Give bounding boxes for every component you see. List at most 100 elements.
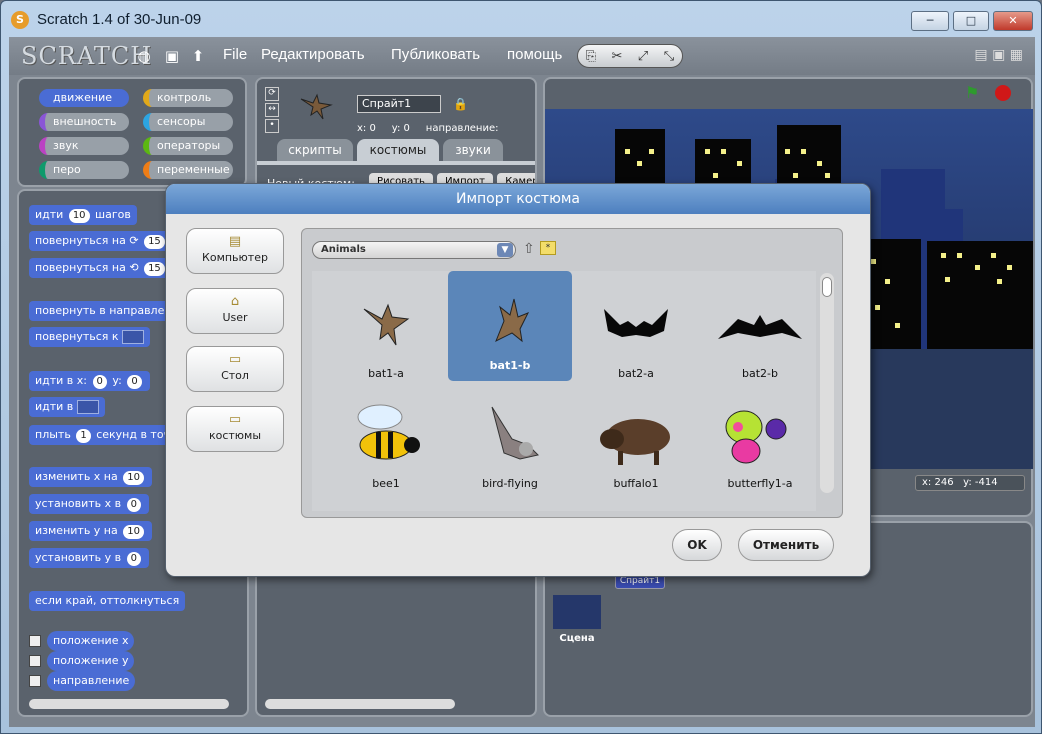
costume-grid: bat1-a bat1-b bat2-a bat2-b bee1 bird-fl… bbox=[312, 271, 816, 511]
view-mode-buttons: ▤ ▣ ▦ bbox=[974, 47, 1023, 63]
menu-share[interactable]: Публиковать bbox=[391, 46, 480, 63]
dropdown-arrow-icon bbox=[122, 330, 145, 344]
menu-edit[interactable]: Редактировать bbox=[261, 46, 365, 63]
costume-item[interactable]: bat1-a bbox=[324, 279, 448, 389]
costume-item[interactable]: bat2-a bbox=[574, 279, 698, 389]
block-set-x[interactable]: установить х в 0 bbox=[29, 494, 150, 514]
new-folder-icon[interactable]: * bbox=[540, 241, 556, 255]
block-goto-xy[interactable]: идти в x: 0 y: 0 bbox=[29, 371, 150, 391]
bat-brown-image bbox=[495, 298, 530, 343]
tab-sounds[interactable]: звуки bbox=[443, 139, 503, 161]
tab-costumes[interactable]: костюмы bbox=[357, 139, 439, 161]
bat-brown-image bbox=[363, 303, 410, 346]
source-user[interactable]: ⌂ User bbox=[186, 288, 284, 334]
costumes-folder-icon: ▭ bbox=[228, 412, 242, 427]
category-motion[interactable]: движение bbox=[39, 89, 129, 107]
category-sensing[interactable]: сенсоры bbox=[143, 113, 233, 131]
green-flag-icon[interactable]: ⚑ bbox=[965, 83, 979, 102]
flip-style-icon[interactable]: ↔ bbox=[265, 103, 279, 117]
block-point-towards[interactable]: повернуться к bbox=[29, 327, 151, 347]
maximize-button[interactable]: □ bbox=[953, 11, 989, 31]
checkbox-direction[interactable] bbox=[29, 675, 41, 687]
share-icon[interactable]: ⬆ bbox=[189, 47, 207, 65]
menu-file[interactable]: File bbox=[223, 46, 247, 63]
menu-bar: SCRATCH ◍ ▣ ⬆ File Редактировать Публико… bbox=[9, 37, 1035, 75]
stop-icon[interactable] bbox=[995, 85, 1011, 101]
small-stage-icon[interactable]: ▤ bbox=[974, 47, 987, 63]
mouse-coords: x: 246 y: -414 bbox=[915, 475, 1025, 491]
category-looks[interactable]: внешность bbox=[39, 113, 129, 131]
stage-label: Сцена bbox=[559, 633, 595, 644]
block-change-y[interactable]: изменить у на 10 bbox=[29, 521, 152, 541]
block-bounce[interactable]: если край, оттолкнуться bbox=[29, 591, 186, 611]
block-goto[interactable]: идти в bbox=[29, 397, 105, 417]
stage-thumb[interactable] bbox=[553, 595, 601, 629]
costume-item[interactable]: bird-flying bbox=[448, 389, 572, 499]
save-icon[interactable]: ▣ bbox=[163, 47, 181, 65]
checkbox-x-position[interactable] bbox=[29, 635, 41, 647]
close-button[interactable]: ✕ bbox=[993, 11, 1033, 31]
costume-item[interactable]: bee1 bbox=[324, 389, 448, 499]
block-y-position[interactable]: положение y bbox=[47, 651, 135, 671]
source-desktop[interactable]: ▭ Стол bbox=[186, 346, 284, 392]
category-control[interactable]: контроль bbox=[143, 89, 233, 107]
menu-help[interactable]: помощь bbox=[507, 46, 562, 63]
cancel-button[interactable]: Отменить bbox=[738, 529, 834, 561]
costume-item[interactable]: butterfly1-a bbox=[698, 389, 822, 499]
block-set-y[interactable]: установить у в 0 bbox=[29, 548, 150, 568]
category-pen[interactable]: перо bbox=[39, 161, 129, 179]
block-change-x[interactable]: изменить х на 10 bbox=[29, 467, 152, 487]
costume-item[interactable]: bat2-b bbox=[698, 279, 822, 389]
palette-scrollbar[interactable] bbox=[29, 699, 229, 709]
block-move[interactable]: идти 10 шагов bbox=[29, 205, 137, 225]
scratch-logo: SCRATCH bbox=[21, 42, 153, 70]
grow-icon[interactable]: ⤢ bbox=[630, 46, 656, 68]
no-rotate-icon[interactable]: • bbox=[265, 119, 279, 133]
sprite-thumbnail bbox=[300, 93, 333, 120]
costume-item[interactable]: buffalo1 bbox=[574, 389, 698, 499]
costume-item-selected[interactable]: bat1-b bbox=[448, 271, 572, 381]
checkbox-y-position[interactable] bbox=[29, 655, 41, 667]
globe-icon[interactable]: ◍ bbox=[135, 47, 153, 65]
home-icon: ⌂ bbox=[230, 294, 240, 309]
folder-icon: ▭ bbox=[228, 352, 242, 367]
sprite-name-input[interactable]: Спрайт1 bbox=[357, 95, 441, 113]
category-operators[interactable]: операторы bbox=[143, 137, 233, 155]
dropdown-arrow-icon: ▼ bbox=[497, 243, 513, 257]
source-computer[interactable]: ▤ Компьютер bbox=[186, 228, 284, 274]
block-x-position[interactable]: положение x bbox=[47, 631, 135, 651]
folder-dropdown[interactable]: Animals ▼ bbox=[312, 241, 516, 259]
rotate-right-icon: ⟳ bbox=[129, 234, 139, 247]
buffalo-image bbox=[600, 419, 670, 465]
shrink-icon[interactable]: ⤡ bbox=[656, 46, 682, 68]
rotate-style-icon[interactable]: ⟳ bbox=[265, 87, 279, 101]
grid-scrollbar[interactable] bbox=[820, 273, 834, 493]
minimize-button[interactable]: ─ bbox=[911, 11, 949, 31]
import-costume-dialog: Импорт костюма ▤ Компьютер ⌂ User ▭ Стол ▭ к… bbox=[165, 183, 871, 577]
block-point-direction[interactable]: повернуть в направлени bbox=[29, 301, 185, 321]
sprite-coords: x: 0 y: 0 направление: bbox=[357, 123, 499, 134]
ok-button[interactable]: OK bbox=[672, 529, 722, 561]
bee-image bbox=[357, 404, 420, 460]
lock-icon[interactable]: 🔒 bbox=[453, 97, 468, 111]
delete-icon[interactable]: ✂ bbox=[604, 46, 630, 68]
scroll-thumb[interactable] bbox=[822, 277, 832, 297]
presentation-icon[interactable]: ▦ bbox=[1010, 47, 1023, 63]
duplicate-icon[interactable]: ⎘ bbox=[578, 46, 604, 68]
title-bar: S Scratch 1.4 of 30-Jun-09 ─ □ ✕ bbox=[1, 1, 1041, 37]
parent-folder-icon[interactable]: ⇧ bbox=[523, 241, 535, 257]
scratch-cat-icon: S bbox=[11, 11, 29, 29]
block-turn-left[interactable]: повернуться на ⟲ 15 г bbox=[29, 258, 183, 278]
categories-panel: движение контроль внешность сенсоры звук… bbox=[17, 77, 247, 187]
scripts-scrollbar[interactable] bbox=[265, 699, 455, 709]
category-variables[interactable]: переменные bbox=[143, 161, 233, 179]
category-sound[interactable]: звук bbox=[39, 137, 129, 155]
file-browser: Animals ▼ ⇧ * bat1-a bat1-b bat2-a bat2-b bbox=[301, 228, 843, 518]
dropdown-arrow-icon bbox=[76, 400, 99, 414]
computer-icon: ▤ bbox=[228, 234, 242, 249]
window-title: Scratch 1.4 of 30-Jun-09 bbox=[37, 11, 202, 28]
normal-stage-icon[interactable]: ▣ bbox=[992, 47, 1005, 63]
block-direction[interactable]: направление bbox=[47, 671, 136, 691]
tab-scripts[interactable]: скрипты bbox=[277, 139, 353, 161]
source-costumes[interactable]: ▭ костюмы bbox=[186, 406, 284, 452]
